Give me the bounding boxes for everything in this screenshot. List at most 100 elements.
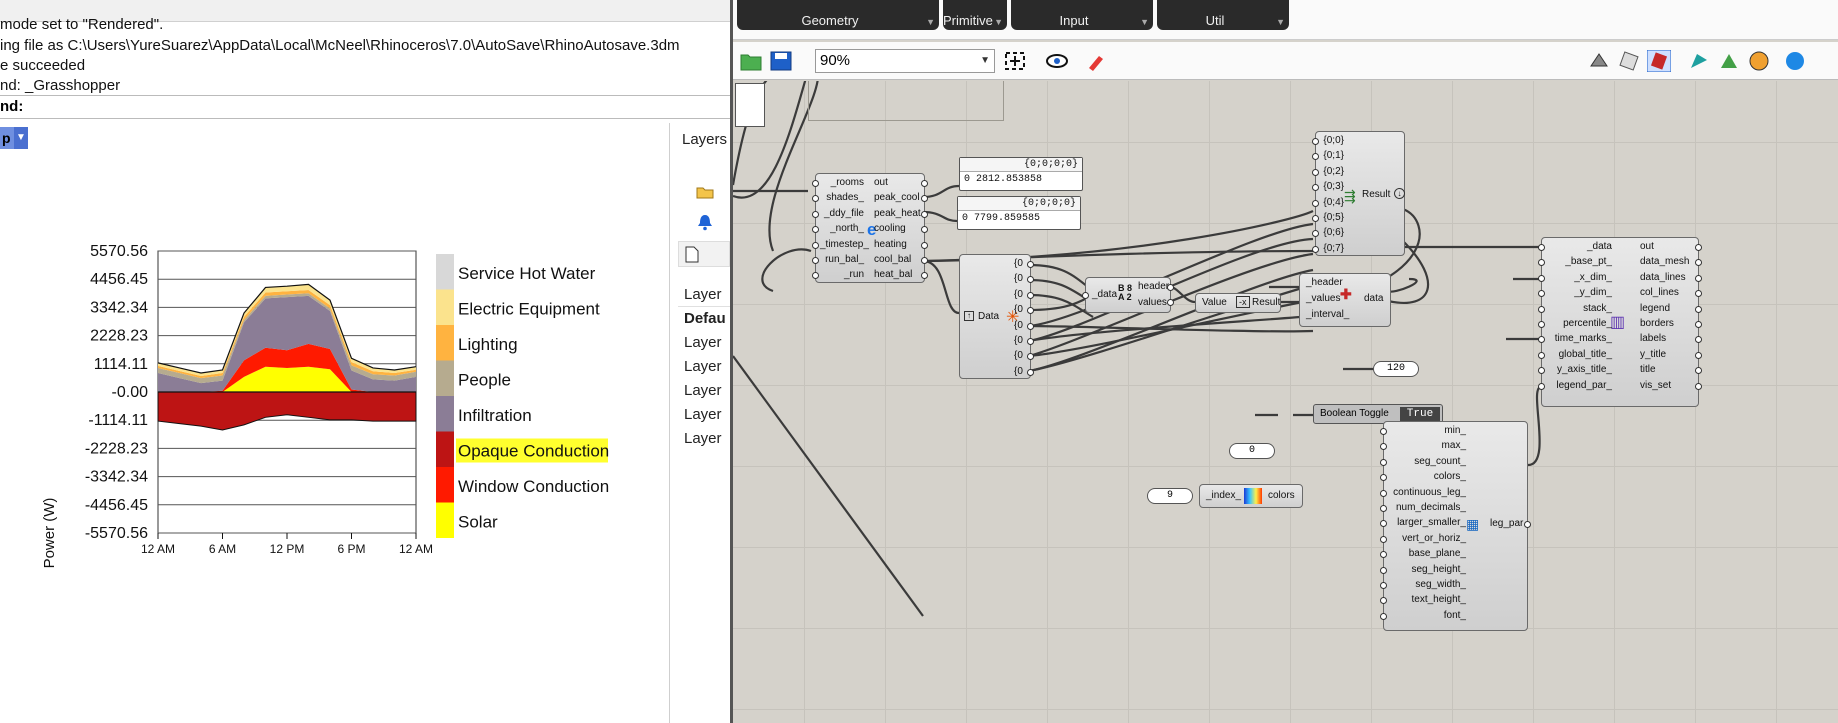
deconstruct-data-component[interactable]: _data B 8A 2 header values — [1082, 277, 1174, 313]
stacked-chart-component[interactable]: ▥ _data _base_pt_ _x_dim_ _y_dim_ stack_ perc… — [1538, 237, 1702, 407]
input-grip[interactable] — [1380, 597, 1387, 605]
output-grip[interactable] — [1167, 299, 1174, 306]
input-grip[interactable] — [1538, 351, 1545, 359]
input-grip[interactable] — [1380, 443, 1387, 451]
output-grip[interactable] — [921, 180, 928, 187]
input-grip[interactable] — [1538, 382, 1545, 390]
tab-group-primitive[interactable]: Primitive ▼ — [943, 0, 1007, 30]
output-grip[interactable] — [1027, 261, 1034, 268]
custom-preview-icon[interactable] — [1717, 50, 1741, 72]
value-expression-component[interactable]: Value -x Result — [1195, 293, 1281, 313]
document-preview-icon[interactable] — [1687, 50, 1711, 72]
output-grip[interactable] — [1027, 322, 1034, 330]
input-grip[interactable] — [1312, 153, 1319, 161]
input-grip[interactable] — [1538, 274, 1545, 282]
output-grip[interactable] — [1695, 244, 1702, 251]
number-slider-9[interactable]: 9 — [1147, 488, 1193, 504]
output-grip[interactable] — [1524, 521, 1531, 528]
output-grip[interactable] — [1027, 338, 1034, 345]
tab-group-geometry[interactable]: Geometry ▼ — [737, 0, 939, 30]
new-layer-icon[interactable] — [685, 246, 699, 263]
open-file-icon[interactable] — [739, 50, 763, 72]
perspective-viewport[interactable]: p ▼ 5570.56 4456.45 3342.34 2228.23 1114.11 -0… — [0, 123, 670, 723]
layer-row[interactable]: Layer — [678, 403, 730, 427]
preview-selected-icon[interactable] — [1647, 50, 1671, 72]
output-grip[interactable] — [1695, 351, 1702, 359]
input-grip[interactable] — [1312, 230, 1319, 238]
dropdown-arrow-icon[interactable]: ▼ — [1140, 17, 1149, 27]
input-grip[interactable] — [1538, 244, 1545, 251]
energy-balance-component[interactable]: e _rooms shades_ _ddy_file _north_ _timestep… — [812, 173, 928, 283]
input-grip[interactable] — [812, 257, 819, 264]
input-grip[interactable] — [1380, 612, 1387, 620]
input-grip[interactable] — [1082, 292, 1089, 299]
input-grip[interactable] — [1380, 474, 1387, 482]
material-preview-icon[interactable] — [1747, 50, 1771, 72]
layer-row[interactable]: Layer — [678, 379, 730, 403]
input-grip[interactable] — [812, 272, 819, 280]
legend-parameters-component[interactable]: ▦ leg_par min_ max_ seg_count_ colors_ conti… — [1380, 421, 1531, 631]
explode-tree-component[interactable]: ↑ Data ✳ {0 {0 {0 {0 {0 {0 {0 {0 — [959, 254, 1034, 379]
input-grip[interactable] — [1380, 582, 1387, 589]
preview-shaded-icon[interactable] — [1617, 50, 1641, 72]
output-grip[interactable] — [1027, 291, 1034, 299]
dropdown-arrow-icon[interactable]: ▼ — [926, 17, 935, 27]
folder-icon[interactable] — [696, 185, 714, 199]
layer-row[interactable]: Layer — [678, 355, 730, 379]
input-grip[interactable] — [812, 210, 819, 218]
peak-heat-panel[interactable]: {0;0;0;0} 0 7799.859585 — [957, 196, 1081, 230]
input-grip[interactable] — [1538, 305, 1545, 313]
input-grip[interactable] — [812, 226, 819, 234]
output-grip[interactable] — [1695, 274, 1702, 282]
input-grip[interactable] — [1380, 458, 1387, 466]
zoom-select[interactable]: 90% ▼ — [815, 49, 995, 73]
output-grip[interactable] — [1695, 321, 1702, 328]
tab-group-input[interactable]: Input ▼ — [1011, 0, 1153, 30]
output-grip[interactable] — [921, 241, 928, 249]
input-grip[interactable] — [1380, 566, 1387, 574]
zoom-extents-icon[interactable] — [1003, 50, 1027, 72]
input-grip[interactable] — [1380, 505, 1387, 512]
input-grip[interactable] — [1312, 199, 1319, 207]
tab-group-util[interactable]: Util ▼ — [1157, 0, 1289, 30]
preview-wireframe-icon[interactable] — [1587, 50, 1611, 72]
input-grip[interactable] — [1312, 138, 1319, 145]
output-grip[interactable] — [921, 210, 928, 218]
input-grip[interactable] — [1380, 428, 1387, 435]
input-grip[interactable] — [1380, 489, 1387, 497]
number-slider-0[interactable]: 0 — [1229, 443, 1275, 459]
input-grip[interactable] — [1312, 245, 1319, 253]
construct-data-component[interactable]: _header _values _interval_ ✚ data — [1299, 273, 1391, 327]
output-grip[interactable] — [1167, 284, 1174, 291]
command-prompt[interactable]: nd: — [0, 95, 730, 119]
layer-row[interactable]: Layer — [678, 331, 730, 355]
input-grip[interactable] — [812, 241, 819, 249]
input-grip[interactable] — [1538, 290, 1545, 298]
bell-icon[interactable] — [696, 213, 714, 231]
display-sphere-icon[interactable] — [1783, 50, 1807, 72]
layer-row[interactable]: Layer — [678, 427, 730, 451]
dropdown-arrow-icon[interactable]: ▼ — [994, 17, 1003, 27]
input-grip[interactable] — [1380, 535, 1387, 543]
input-grip[interactable] — [1538, 336, 1545, 344]
input-grip[interactable] — [1538, 367, 1545, 375]
output-grip[interactable] — [1695, 305, 1702, 313]
input-grip[interactable] — [1538, 259, 1545, 267]
input-grip[interactable] — [1312, 215, 1319, 222]
input-grip[interactable] — [1538, 321, 1545, 328]
grasshopper-canvas[interactable]: e _rooms shades_ _ddy_file _north_ _timestep… — [733, 81, 1838, 723]
output-grip[interactable] — [1695, 382, 1702, 390]
entwine-component[interactable]: ⇶ Result ↓ {0;0} {0;1} {0;2} {0;3} {0;4} {0;5… — [1312, 131, 1405, 256]
number-slider-120[interactable]: 120 — [1373, 361, 1419, 377]
output-grip[interactable] — [921, 257, 928, 264]
dropdown-arrow-icon[interactable]: ▼ — [1276, 17, 1285, 27]
gradient-component[interactable]: _index_ colors — [1199, 484, 1303, 508]
input-grip[interactable] — [812, 195, 819, 203]
panel-partial[interactable] — [735, 83, 765, 127]
sketch-pen-icon[interactable] — [1085, 50, 1109, 72]
layer-row[interactable]: Defau — [678, 307, 730, 331]
peak-cool-panel[interactable]: {0;0;0;0} 0 2812.853858 — [959, 157, 1083, 191]
input-grip[interactable] — [1312, 168, 1319, 176]
output-grip[interactable] — [1027, 368, 1034, 376]
preview-eye-icon[interactable] — [1045, 50, 1069, 72]
